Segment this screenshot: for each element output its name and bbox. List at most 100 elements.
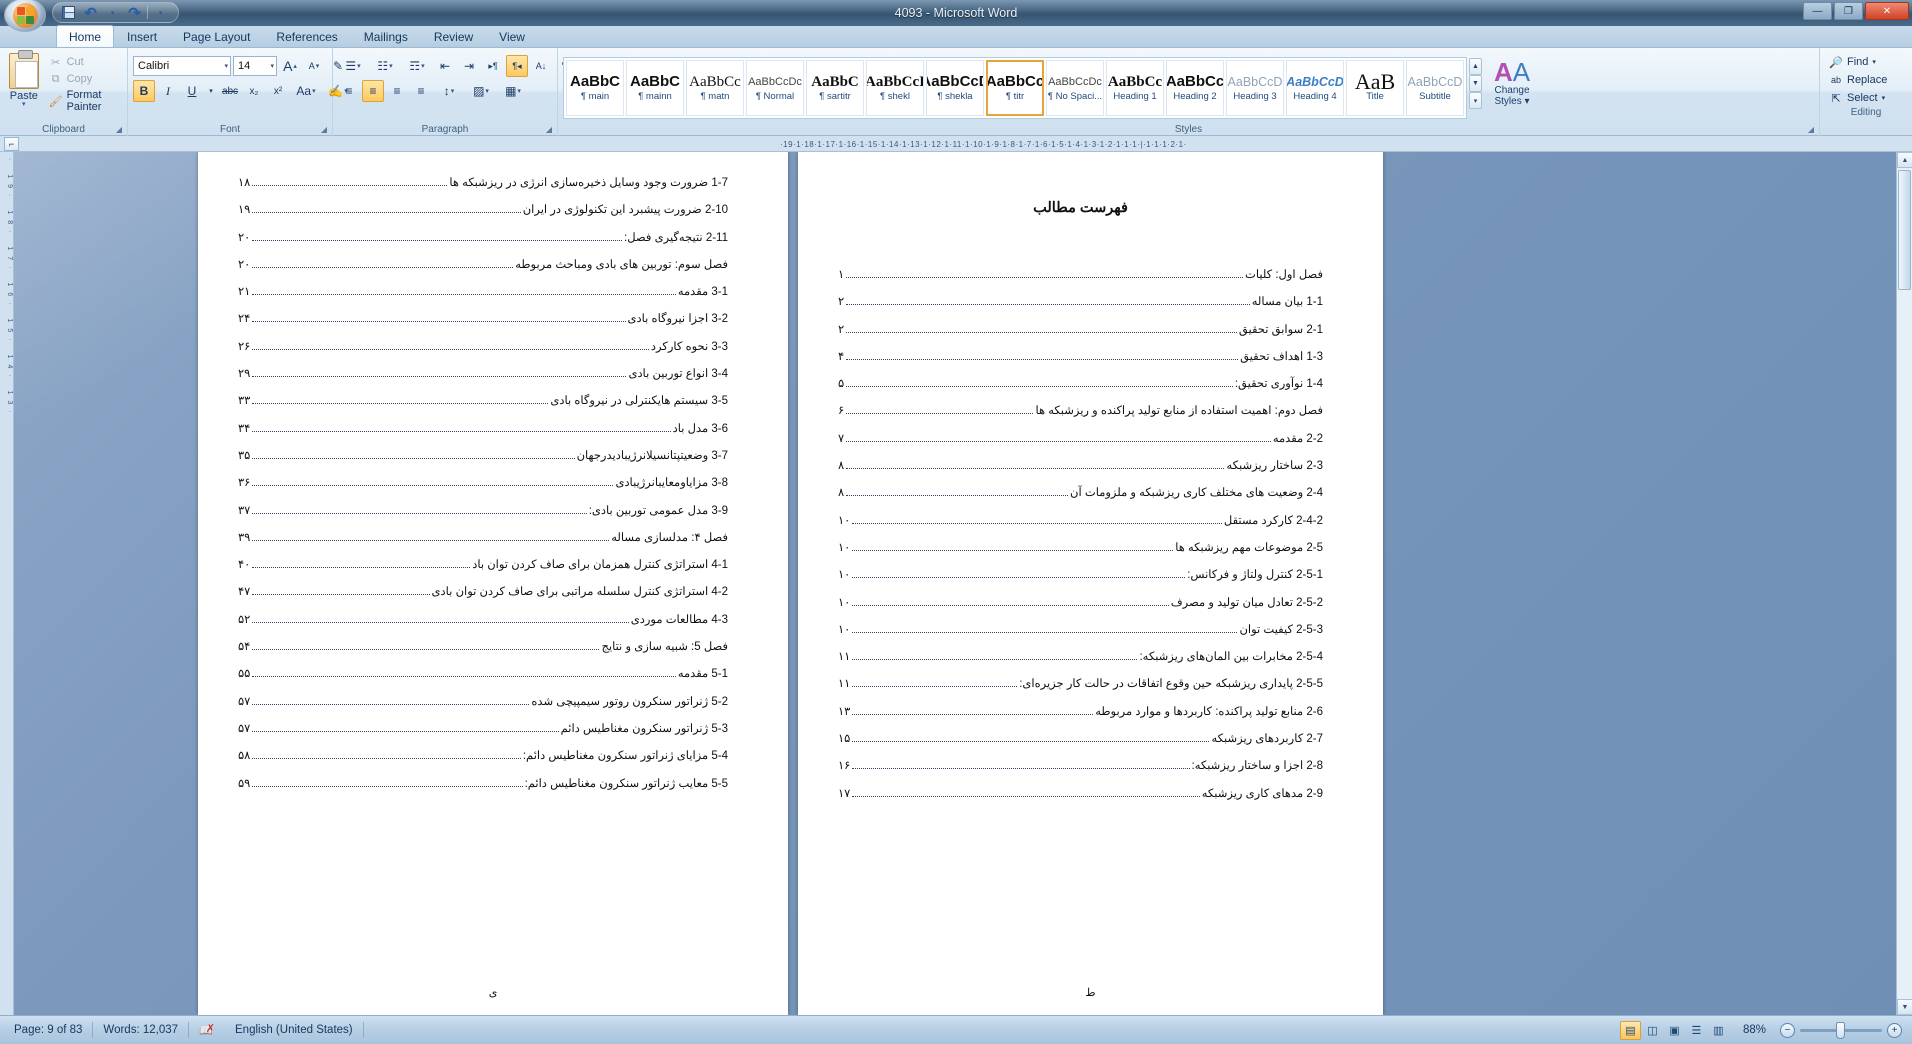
style-item-shekla[interactable]: AaBbCcD¶ shekla — [926, 60, 984, 116]
zoom-level[interactable]: 88% — [1735, 1024, 1774, 1036]
toc-entry[interactable]: فصل سوم: توربین های بادی ومباحث مربوطه ۲۰ — [238, 252, 728, 279]
proofing-status-button[interactable]: 📖 ✗ — [189, 1022, 225, 1039]
toc-entry[interactable]: 3-6 مدل باد ۳۴ — [238, 416, 728, 443]
tab-references[interactable]: References — [263, 25, 350, 47]
sort-button[interactable]: A↓ — [530, 55, 552, 77]
language-indicator[interactable]: English (United States) — [225, 1024, 363, 1036]
toc-entry[interactable]: 5-1 مقدمه ۵۵ — [238, 661, 728, 688]
styles-dialog-launcher[interactable]: ◢ — [1806, 125, 1816, 135]
tab-stop-selector[interactable]: ⌐ — [4, 137, 19, 151]
toc-entry[interactable]: 2-3 ساختار ریزشبکه ۸ — [838, 453, 1323, 480]
align-center-button[interactable]: ≡ — [362, 80, 384, 102]
style-item-sartitr[interactable]: AaBbC ¶ sartitr — [806, 60, 864, 116]
style-item-titr[interactable]: AaBbCc ¶ titr — [986, 60, 1044, 116]
view-button-full-screen-reading[interactable]: ◫ — [1642, 1021, 1663, 1040]
tab-insert[interactable]: Insert — [114, 25, 170, 47]
style-item-heading-3[interactable]: AaBbCcD Heading 3 — [1226, 60, 1284, 116]
maximize-button[interactable]: ❐ — [1834, 2, 1863, 20]
toc-entry[interactable]: 4-2 استراتژی کنترل سلسله مراتبی برای صاف… — [238, 579, 728, 606]
format-painter-button[interactable]: 🖌 Format Painter — [45, 88, 122, 114]
word-count[interactable]: Words: 12,037 — [93, 1024, 188, 1036]
select-button[interactable]: ⇱ Select ▾ — [1825, 90, 1907, 106]
toc-entry[interactable]: 1-7 ضرورت وجود وسایل ذخیره‌سازی انرژی در… — [238, 170, 728, 197]
zoom-thumb[interactable] — [1836, 1021, 1845, 1039]
close-button[interactable]: ✕ — [1865, 2, 1909, 20]
decrease-indent-button[interactable]: ⇤ — [434, 55, 456, 77]
view-button-web-layout[interactable]: ▣ — [1664, 1021, 1685, 1040]
scroll-down-icon[interactable]: ▼ — [1897, 999, 1912, 1015]
zoom-in-button[interactable]: + — [1887, 1022, 1902, 1038]
styles-scroll-up-icon[interactable]: ▲ — [1469, 58, 1482, 75]
font-size-combo[interactable]: 14 ▾ — [233, 56, 277, 76]
justify-button[interactable]: ≡ — [410, 80, 432, 102]
zoom-track[interactable] — [1800, 1021, 1882, 1039]
document-page-right[interactable]: فهرست مطالب فصل اول: کلیات ۱ 1-1 بیان مسال… — [798, 152, 1383, 1015]
toc-entry[interactable]: 2-8 اجزا و ساختار ریزشبکه: ۱۶ — [838, 753, 1323, 780]
cut-button[interactable]: ✂ Cut — [45, 54, 122, 70]
customize-qat-icon[interactable]: ▾ — [151, 4, 170, 22]
toc-entry[interactable]: 2-11 نتیجه‌گیری فصل: ۲۰ — [238, 225, 728, 252]
align-right-button[interactable]: ≡ — [386, 80, 408, 102]
toc-entry[interactable]: 4-3 مطالعات موردی ۵۲ — [238, 607, 728, 634]
style-item-heading-4[interactable]: AaBbCcD Heading 4 — [1286, 60, 1344, 116]
align-left-button[interactable]: ≡ — [338, 80, 360, 102]
toc-entry[interactable]: 2-4 وضعیت های مختلف کاری ریزشبکه و ملزوم… — [838, 480, 1323, 507]
toc-entry[interactable]: 3-3 نحوه کارکرد ۲۶ — [238, 334, 728, 361]
bullets-button[interactable]: ☰ ▾ — [338, 55, 368, 77]
style-item-mainn[interactable]: AaBbC ¶ mainn — [626, 60, 684, 116]
toc-entry[interactable]: فصل 5: شبیه سازی و نتایج ۵۴ — [238, 634, 728, 661]
scroll-up-icon[interactable]: ▲ — [1897, 152, 1912, 168]
view-button-draft[interactable]: ▥ — [1708, 1021, 1729, 1040]
rtl-text-direction-button[interactable]: ¶◂ — [506, 55, 528, 77]
toc-entry[interactable]: 3-5 سیستم هایکنترلی در نیروگاه بادی ۳۳ — [238, 388, 728, 415]
document-page-left[interactable]: 1-7 ضرورت وجود وسایل ذخیره‌سازی انرژی در… — [198, 152, 788, 1015]
tab-mailings[interactable]: Mailings — [351, 25, 421, 47]
toc-entry[interactable]: 2-1 سوابق تحقیق ۲ — [838, 317, 1323, 344]
toc-entry[interactable]: 2-5-5 پایداری ریزشبکه حین وقوع اتفاقات د… — [838, 671, 1323, 698]
chevron-down-icon[interactable]: ▾ — [1872, 58, 1876, 66]
numbering-button[interactable]: ☷ ▾ — [370, 55, 400, 77]
increase-indent-button[interactable]: ⇥ — [458, 55, 480, 77]
style-item-main[interactable]: AaBbC ¶ main — [566, 60, 624, 116]
undo-dropdown-icon[interactable]: ▾ — [103, 4, 122, 22]
ltr-text-direction-button[interactable]: ▸¶ — [482, 55, 504, 77]
view-button-outline[interactable]: ☰ — [1686, 1021, 1707, 1040]
style-item-normal[interactable]: AaBbCcDc ¶ Normal — [746, 60, 804, 116]
style-item-no-spaci[interactable]: AaBbCcDc ¶ No Spaci... — [1046, 60, 1104, 116]
tab-review[interactable]: Review — [421, 25, 486, 47]
vertical-scrollbar[interactable]: ▲ ▼ — [1896, 152, 1912, 1015]
paragraph-dialog-launcher[interactable]: ◢ — [544, 125, 554, 135]
clipboard-dialog-launcher[interactable]: ◢ — [114, 125, 124, 135]
toc-entry[interactable]: 2-5-1 کنترل ولتاژ و فرکانس: ۱۰ — [838, 562, 1323, 589]
copy-button[interactable]: ⧉ Copy — [45, 71, 122, 87]
bold-button[interactable]: B — [133, 80, 155, 102]
underline-dropdown-icon[interactable]: ▾ — [205, 80, 217, 102]
toc-entry[interactable]: 1-3 اهداف تحقیق ۴ — [838, 344, 1323, 371]
zoom-out-button[interactable]: − — [1780, 1022, 1795, 1038]
horizontal-ruler[interactable]: ·19·1·18·1·17·1·16·1·15·1·14·1·13·1·12·1… — [780, 136, 1792, 152]
toc-entry[interactable]: 5-3 ژنراتور سنکرون مغناطیس دائم ۵۷ — [238, 716, 728, 743]
font-name-combo[interactable]: Calibri ▾ — [133, 56, 231, 76]
toc-entry[interactable]: 2-2 مقدمه ۷ — [838, 426, 1323, 453]
tab-home[interactable]: Home — [56, 25, 115, 47]
strikethrough-button[interactable]: abc — [219, 80, 241, 102]
borders-button[interactable]: ▦ ▾ — [498, 80, 528, 102]
toc-entry[interactable]: فصل دوم: اهمیت استفاده از منابع تولید پر… — [838, 398, 1323, 425]
toc-entry[interactable]: 5-5 معایب ژنراتور سنکرون مغناطیس دائم: ۵۹ — [238, 771, 728, 798]
toc-entry[interactable]: 4-1 استراتژی کنترل همزمان برای صاف کردن … — [238, 552, 728, 579]
superscript-button[interactable]: x² — [267, 80, 289, 102]
toc-entry[interactable]: 2-5-4 مخابرات بین المان‌های ریزشبکه: ۱۱ — [838, 644, 1323, 671]
style-item-heading-1[interactable]: AaBbCc Heading 1 — [1106, 60, 1164, 116]
change-styles-button[interactable]: AA Change Styles ▾ — [1485, 57, 1539, 107]
toc-entry[interactable]: 2-4-2 کارکرد مستقل ۱۰ — [838, 508, 1323, 535]
underline-button[interactable]: U — [181, 80, 203, 102]
subscript-button[interactable]: x₂ — [243, 80, 265, 102]
toc-entry[interactable]: 3-1 مقدمه ۲۱ — [238, 279, 728, 306]
toc-entry[interactable]: 5-2 ژنراتور سنکرون روتور سیمپیچی شده ۵۷ — [238, 689, 728, 716]
styles-more-icon[interactable]: ▾ — [1469, 92, 1482, 109]
change-case-button[interactable]: Aa ▾ — [291, 80, 321, 102]
zoom-slider[interactable]: − + — [1774, 1021, 1908, 1039]
toc-entry[interactable]: 3-8 مزایاومعایبانرژیبادی ۳۶ — [238, 470, 728, 497]
toc-entry[interactable]: 1-4 نوآوری تحقیق: ۵ — [838, 371, 1323, 398]
minimize-button[interactable]: — — [1803, 2, 1832, 20]
